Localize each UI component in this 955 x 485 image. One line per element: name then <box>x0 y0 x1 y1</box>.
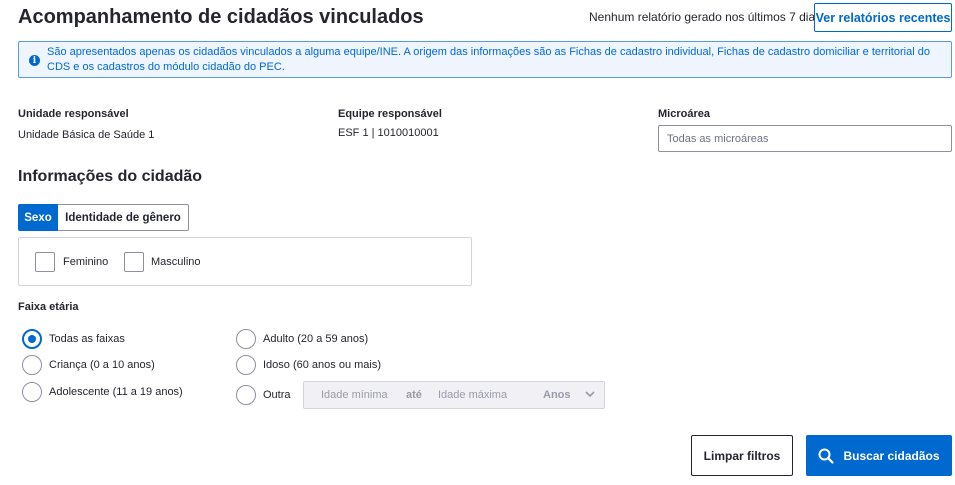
max-age-input[interactable]: Idade máxima <box>438 389 507 401</box>
team-value: ESF 1 | 1010010001 <box>338 127 439 139</box>
radio-label-todas-as-faixas: Todas as faixas <box>49 333 125 345</box>
feminino-checkbox[interactable] <box>35 252 55 272</box>
radio-outra[interactable] <box>236 385 256 405</box>
microarea-label: Microárea <box>658 108 710 120</box>
clear-filters-button[interactable]: Limpar filtros <box>691 435 793 476</box>
radio-crianca[interactable] <box>22 355 42 375</box>
radio-adolescente[interactable] <box>22 382 42 402</box>
radio-adulto[interactable] <box>236 329 256 349</box>
min-age-input[interactable]: Idade mínima <box>321 389 388 401</box>
feminino-label: Feminino <box>63 256 109 268</box>
report-status-text: Nenhum relatório gerado nos últimos 7 di… <box>589 10 822 24</box>
citizen-tabs: Sexo Identidade de gênero <box>18 204 189 231</box>
info-icon: i <box>29 55 40 66</box>
search-citizens-button[interactable]: Buscar cidadãos <box>806 435 952 476</box>
chevron-down-icon[interactable] <box>584 388 596 400</box>
age-range-label: Faixa etária <box>18 301 79 313</box>
recent-reports-button[interactable]: Ver relatórios recentes <box>814 3 952 32</box>
radio-label-outra: Outra <box>263 389 291 401</box>
tab-sexo[interactable]: Sexo <box>18 204 58 231</box>
search-icon <box>818 448 835 464</box>
radio-label-idoso: Idoso (60 anos ou mais) <box>263 359 382 371</box>
unit-label: Unidade responsável <box>18 108 129 120</box>
radio-label-crianca: Criança (0 a 10 anos) <box>49 359 155 371</box>
search-citizens-label: Buscar cidadãos <box>843 448 940 463</box>
microarea-select[interactable]: Todas as microáreas <box>658 125 952 152</box>
citizen-section-title: Informações do cidadão <box>18 168 203 185</box>
unit-value: Unidade Básica de Saúde 1 <box>18 129 155 141</box>
age-range-separator: até <box>406 389 422 401</box>
tab-identidade-de-genero[interactable]: Identidade de gênero <box>58 204 189 231</box>
radio-label-adulto: Adulto (20 a 59 anos) <box>263 333 369 345</box>
radio-todas-as-faixas[interactable] <box>22 329 42 349</box>
page-title: Acompanhamento de cidadãos vinculados <box>18 6 424 28</box>
masculino-label: Masculino <box>151 256 201 268</box>
radio-label-adolescente: Adolescente (11 a 19 anos) <box>49 386 183 398</box>
info-alert-text: São apresentados apenas os cidadãos vinc… <box>47 46 930 73</box>
custom-age-range: Idade mínima até Idade máxima Anos <box>303 381 605 409</box>
info-alert: i São apresentados apenas os cidadãos vi… <box>18 41 952 78</box>
masculino-checkbox[interactable] <box>124 252 144 272</box>
team-label: Equipe responsável <box>338 108 442 120</box>
radio-idoso[interactable] <box>236 355 256 375</box>
age-unit-select[interactable]: Anos <box>543 389 571 401</box>
